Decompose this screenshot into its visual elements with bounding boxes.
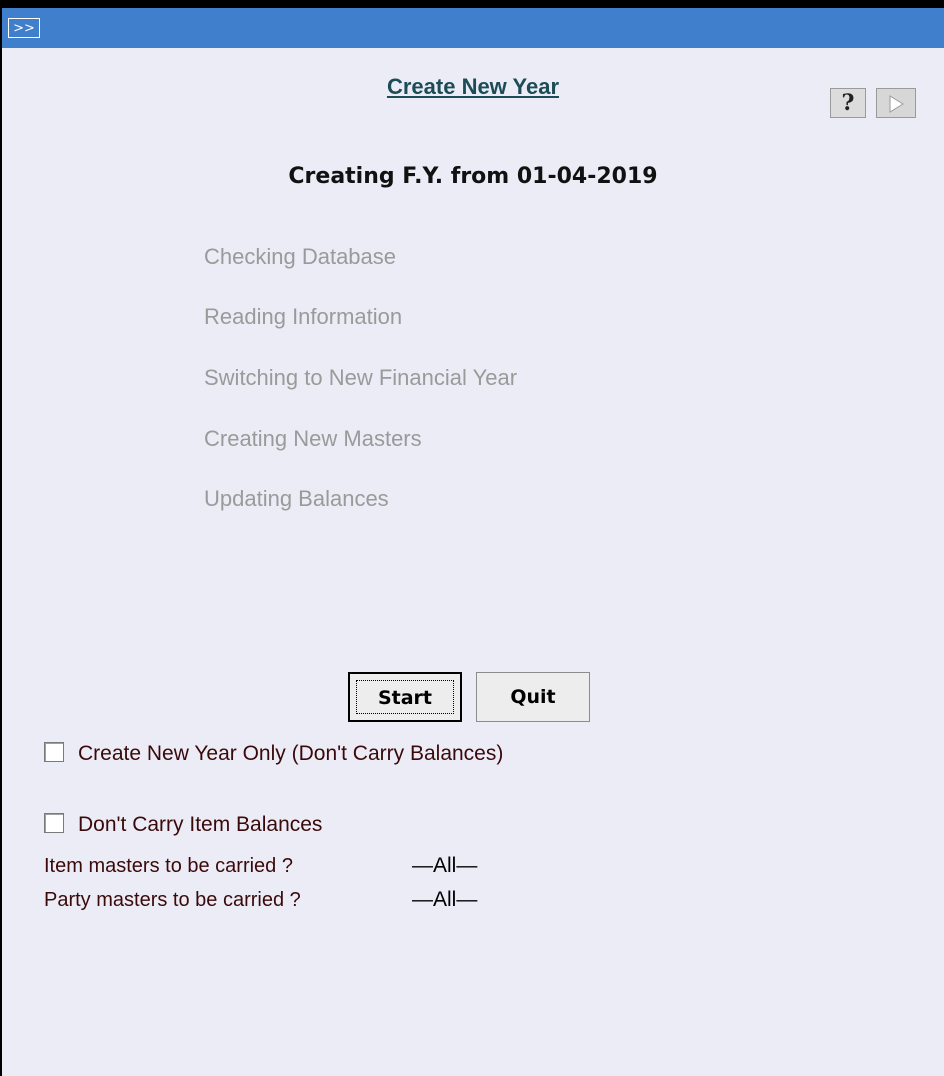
create-new-year-only-label: Create New Year Only (Don't Carry Balanc… [78,742,504,765]
step-creating-new-masters: Creating New Masters [204,426,422,451]
dont-carry-item-balances-checkbox[interactable] [44,813,64,834]
start-button-label: Start [356,680,454,714]
item-masters-value[interactable]: —All— [412,854,477,878]
quit-button[interactable]: Quit [476,672,590,722]
create-new-year-only-checkbox[interactable] [44,742,64,763]
step-reading-information: Reading Information [204,304,403,329]
step-switching-financial-year: Switching to New Financial Year [204,365,518,390]
page-title[interactable]: Create New Year [2,74,944,100]
create-new-year-window: >> Create New Year ? Creating F.Y. from … [0,0,944,1076]
dont-carry-item-balances-label: Don't Carry Item Balances [78,813,323,836]
party-masters-label: Party masters to be carried ? [44,889,301,911]
create-new-year-only-option[interactable]: Create New Year Only (Don't Carry Balanc… [44,742,503,766]
next-button[interactable] [876,88,916,118]
financial-year-heading: Creating F.Y. from 01-04-2019 [288,164,658,189]
title-bar: >> [2,8,944,48]
start-button[interactable]: Start [348,672,462,722]
dont-carry-item-balances-option[interactable]: Don't Carry Item Balances [44,813,322,837]
step-checking-database: Checking Database [204,244,397,269]
party-masters-value[interactable]: —All— [412,888,477,912]
step-updating-balances: Updating Balances [204,486,389,511]
play-arrow-icon [889,95,904,113]
question-mark-icon: ? [841,90,855,116]
help-button[interactable]: ? [830,88,866,118]
collapse-button[interactable]: >> [8,18,40,38]
item-masters-label: Item masters to be carried ? [44,855,293,877]
